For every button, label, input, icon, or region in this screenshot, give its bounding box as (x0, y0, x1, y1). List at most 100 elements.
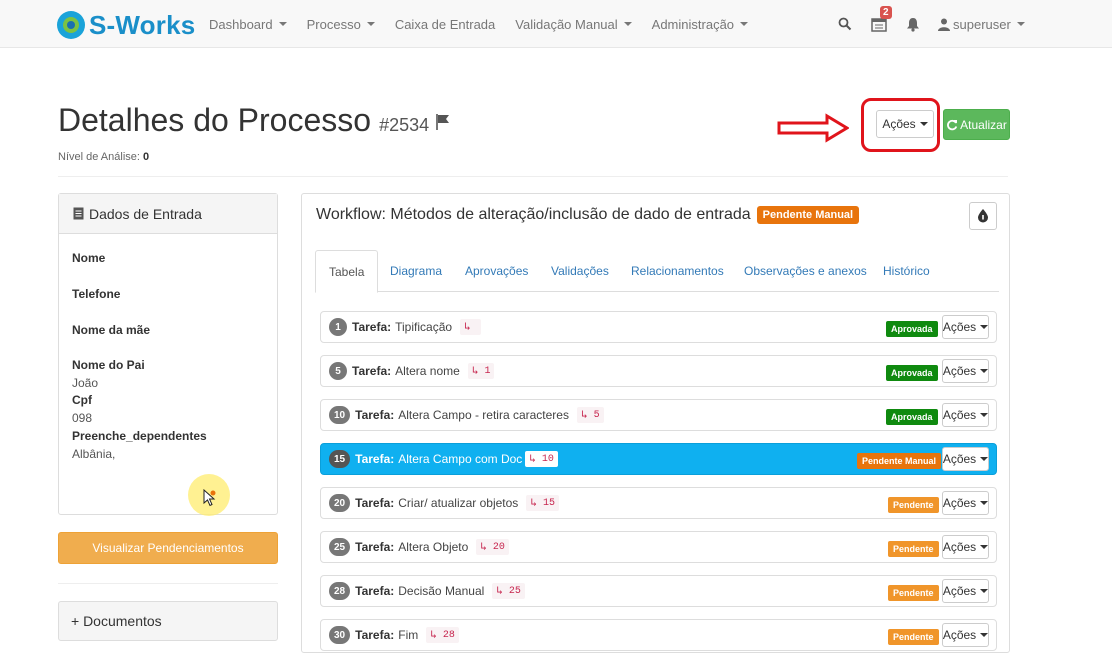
task-acoes-button[interactable]: Ações (942, 579, 989, 603)
task-number-badge: 1 (329, 318, 347, 336)
tab-validacoes[interactable]: Validações (551, 250, 609, 292)
field-label-nome-mae: Nome da mãe (72, 323, 151, 337)
search-button[interactable] (830, 0, 860, 48)
dependency-chip: ↳ 5 (576, 407, 604, 423)
nav-caixa-label: Caixa de Entrada (394, 16, 496, 32)
refresh-icon (947, 119, 958, 130)
dependency-chip: ↳ 10 (525, 451, 558, 467)
tab-observacoes-anexos[interactable]: Observações e anexos (744, 250, 867, 292)
task-name: Decisão Manual (398, 584, 485, 598)
tab-aprovacoes[interactable]: Aprovações (465, 250, 528, 292)
tasks-notification-button[interactable]: 2 (864, 0, 894, 48)
notification-badge: 2 (880, 6, 892, 19)
task-prefix: Tarefa: (352, 320, 392, 334)
task-row[interactable]: 5 Tarefa: Altera nome ↳ 1 Aprovada Ações (320, 355, 997, 387)
visualizar-pendenciamentos-button[interactable]: Visualizar Pendenciamentos (58, 532, 278, 564)
dependency-value: 5 (593, 409, 600, 421)
caret-down-icon (980, 589, 989, 593)
nav-administracao[interactable]: Administração (642, 17, 758, 32)
tab-diagrama[interactable]: Diagrama (390, 250, 442, 292)
dados-entrada-panel: Dados de Entrada Nome Telefone Nome da m… (58, 193, 278, 515)
flag-icon (436, 114, 450, 130)
task-status-badge: Aprovada (886, 365, 938, 381)
workflow-tabs: Tabela Diagrama Aprovações Validações Re… (315, 250, 999, 293)
field-label-cpf: Cpf (72, 393, 92, 407)
task-acoes-label: Ações (942, 540, 977, 554)
task-row[interactable]: 25 Tarefa: Altera Objeto ↳ 20 Pendente Aç… (320, 531, 997, 563)
task-name: Altera Campo com Doc (398, 452, 523, 466)
task-prefix: Tarefa: (352, 364, 392, 378)
task-status-badge: Pendente Manual (857, 453, 942, 469)
task-prefix: Tarefa: (355, 540, 395, 554)
task-acoes-button[interactable]: Ações (942, 359, 989, 383)
task-row[interactable]: 10 Tarefa: Altera Campo - retira caracte… (320, 399, 997, 431)
nav-caixa-de-entrada[interactable]: Caixa de Entrada (385, 17, 505, 32)
task-acoes-label: Ações (942, 320, 977, 334)
caret-down-icon (980, 457, 989, 461)
flag-button[interactable] (435, 113, 451, 131)
tab-historico[interactable]: Histórico (883, 250, 930, 292)
process-id: #2534 (379, 115, 430, 135)
document-icon (73, 207, 84, 220)
nav-dashboard[interactable]: Dashboard (199, 17, 297, 32)
caret-down-icon (980, 501, 989, 505)
caret-down-icon (919, 122, 928, 126)
nav-processo[interactable]: Processo (297, 17, 385, 32)
dependency-chip: ↳ (460, 319, 481, 335)
nav-processo-label: Processo (306, 16, 361, 32)
tab-relacionamentos[interactable]: Relacionamentos (631, 250, 724, 292)
dependency-value: 28 (442, 629, 455, 641)
task-row[interactable]: 28 Tarefa: Decisão Manual ↳ 25 Pendente A… (320, 575, 997, 607)
nivel-value: 0 (143, 151, 150, 163)
tab-tabela[interactable]: Tabela (315, 250, 379, 293)
dependency-value: 1 (484, 365, 491, 377)
task-acoes-button[interactable]: Ações (942, 535, 989, 559)
task-status-badge: Pendente (888, 629, 939, 645)
task-number-badge: 20 (329, 494, 351, 512)
brand-logo-icon (57, 11, 85, 39)
main-menu: Dashboard Processo Caixa de Entrada Vali… (199, 0, 758, 48)
task-row[interactable]: 1 Tarefa: Tipificação ↳ Aprovada Ações (320, 311, 997, 343)
dependency-value: 10 (541, 453, 554, 465)
dependency-icon: ↳ (496, 586, 503, 598)
workflow-info-button[interactable] (969, 202, 997, 230)
top-navbar: S-Works Dashboard Processo Caixa de Entr… (0, 0, 1112, 48)
task-acoes-button[interactable]: Ações (942, 447, 989, 471)
task-acoes-label: Ações (942, 584, 977, 598)
nav-validacao-manual[interactable]: Validação Manual (505, 17, 641, 32)
task-acoes-button[interactable]: Ações (942, 315, 989, 339)
task-row-active[interactable]: 15 Tarefa: Altera Campo com Doc ↳ 10 Pend… (320, 443, 997, 475)
field-label-nome-pai: Nome do Pai (72, 358, 145, 372)
atualizar-button[interactable]: Atualizar (943, 109, 1010, 140)
task-name: Tipificação (395, 320, 453, 334)
task-prefix: Tarefa: (355, 452, 395, 466)
user-icon (938, 18, 950, 31)
task-acoes-label: Ações (942, 628, 977, 642)
caret-down-icon (980, 545, 989, 549)
brand[interactable]: S-Works (57, 9, 195, 41)
atualizar-label: Atualizar (960, 117, 1007, 132)
red-arrow-annotation-icon (777, 113, 849, 143)
user-menu[interactable]: superuser (938, 17, 1025, 32)
nav-administracao-label: Administração (651, 16, 735, 32)
caret-down-icon (366, 22, 375, 26)
dependency-icon: ↳ (464, 322, 471, 334)
caret-down-icon (980, 325, 989, 329)
acoes-dropdown-button[interactable]: Ações (876, 110, 934, 138)
task-acoes-button[interactable]: Ações (942, 403, 989, 427)
dependency-chip: ↳ 15 (526, 495, 559, 511)
task-row[interactable]: 30 Tarefa: Fim ↳ 28 Pendente Ações (320, 619, 997, 651)
nav-dashboard-label: Dashboard (209, 16, 273, 32)
task-acoes-label: Ações (942, 496, 977, 510)
nivel-analise: Nível de Análise: 0 (58, 151, 149, 163)
left-divider (58, 583, 278, 584)
documentos-panel-toggle[interactable]: + Documentos (58, 601, 278, 641)
task-acoes-button[interactable]: Ações (942, 623, 989, 647)
task-acoes-button[interactable]: Ações (942, 491, 989, 515)
workflow-title-text: Workflow: Métodos de alteração/inclusão … (316, 206, 751, 223)
task-status-badge: Aprovada (886, 321, 938, 337)
dependency-icon: ↳ (530, 498, 537, 510)
nivel-label: Nível de Análise: (58, 151, 140, 163)
alerts-button[interactable] (898, 0, 928, 48)
task-row[interactable]: 20 Tarefa: Criar/ atualizar objetos ↳ 15 … (320, 487, 997, 519)
